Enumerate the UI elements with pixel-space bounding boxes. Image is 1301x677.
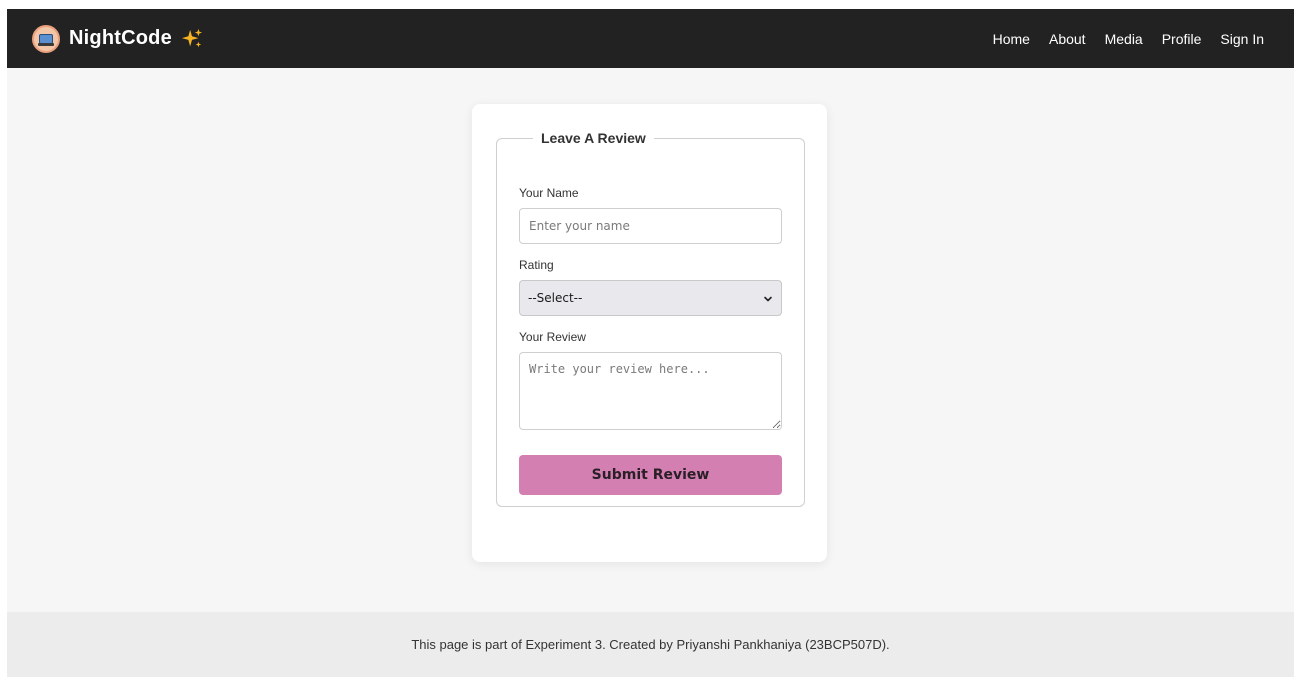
review-card: Leave A Review Your Name Rating --Select… [472, 104, 827, 562]
nav-link-media[interactable]: Media [1105, 31, 1143, 47]
nav-link-about[interactable]: About [1049, 31, 1086, 47]
laptop-avatar-icon [32, 24, 60, 53]
sparkle-icon [181, 28, 202, 47]
review-textarea[interactable] [519, 352, 782, 430]
submit-review-button[interactable]: Submit Review [519, 455, 782, 495]
nav-link-sign-in[interactable]: Sign In [1220, 31, 1264, 47]
form-legend: Leave A Review [541, 130, 646, 146]
chevron-down-icon [764, 296, 772, 302]
navbar: NightCode Home About Media Profile Sign … [7, 9, 1294, 68]
review-label: Your Review [519, 330, 586, 344]
brand[interactable]: NightCode [32, 24, 203, 53]
rating-select[interactable]: --Select-- [519, 280, 782, 316]
rating-selected-value: --Select-- [528, 291, 583, 305]
name-label: Your Name [519, 186, 579, 200]
footer: This page is part of Experiment 3. Creat… [7, 612, 1294, 677]
rating-label: Rating [519, 258, 554, 272]
footer-text: This page is part of Experiment 3. Creat… [411, 637, 890, 652]
nav-link-profile[interactable]: Profile [1162, 31, 1202, 47]
nav-links: Home About Media Profile Sign In [993, 31, 1264, 47]
name-input[interactable] [519, 208, 782, 244]
page: NightCode Home About Media Profile Sign … [7, 9, 1294, 677]
nav-link-home[interactable]: Home [993, 31, 1030, 47]
brand-name: NightCode [69, 27, 172, 49]
review-fieldset: Leave A Review Your Name Rating --Select… [496, 130, 805, 507]
